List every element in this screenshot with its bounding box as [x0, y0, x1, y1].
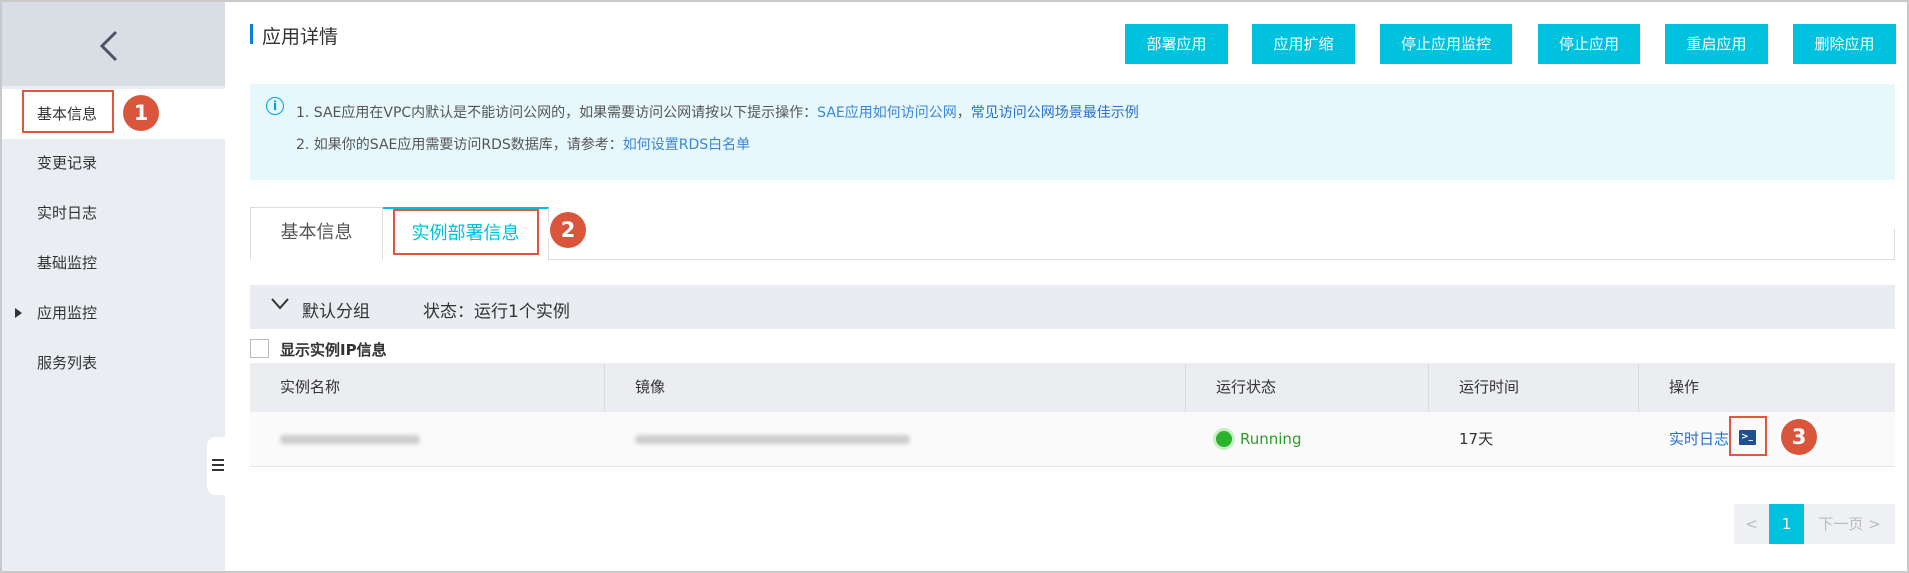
stop-app-button[interactable]: 停止应用: [1538, 24, 1640, 64]
highlight-box: [22, 90, 114, 133]
column-header: 操作: [1669, 378, 1700, 396]
best-practice-link[interactable]: 常见访问公网场景最佳示例: [971, 105, 1139, 121]
realtime-log-link[interactable]: 实时日志: [1669, 412, 1729, 467]
uptime-value: 17天: [1459, 430, 1494, 448]
redacted-instance-name: [280, 435, 420, 444]
column-header: 运行状态: [1186, 363, 1429, 412]
sidebar-item-realtime-log[interactable]: 实时日志: [2, 188, 225, 238]
sidebar-item-change-log[interactable]: 变更记录: [2, 138, 225, 188]
page-title: 应用详情: [262, 26, 339, 48]
caret-right-icon: [15, 308, 22, 318]
collapse-icon: [212, 459, 224, 461]
sidebar-item-label: 基础监控: [37, 254, 98, 272]
group-name: 默认分组: [302, 302, 370, 322]
notice-text: 2. 如果你的SAE应用需要访问RDS数据库，请参考：: [296, 137, 623, 153]
back-button[interactable]: [2, 2, 225, 86]
sidebar-item-app-monitor[interactable]: 应用监控: [2, 288, 225, 338]
notice-text: 1. SAE应用在VPC内默认是不能访问公网的，如果需要访问公网请按以下提示操作…: [296, 105, 818, 121]
running-status-icon: [1216, 431, 1232, 447]
sidebar-item-label: 应用监控: [37, 304, 98, 322]
sae-public-access-link[interactable]: SAE应用如何访问公网: [817, 105, 957, 121]
table-row: Running 17天 实时日志 >_: [250, 412, 1895, 467]
info-notice: i 1. SAE应用在VPC内默认是不能访问公网的，如果需要访问公网请按以下提示…: [250, 84, 1895, 180]
rds-whitelist-link[interactable]: 如何设置RDS白名单: [623, 137, 750, 153]
show-ip-checkbox[interactable]: [250, 339, 269, 358]
column-header: 运行时间: [1429, 363, 1639, 412]
notice-separator: ，: [956, 105, 971, 121]
tabs-border: [1894, 229, 1895, 260]
app-window: 基本信息 变更记录 实时日志 基础监控 应用监控 服务列表 1 应用详情 部署应…: [0, 0, 1909, 573]
highlight-box: [393, 209, 539, 255]
restart-app-button[interactable]: 重启应用: [1665, 24, 1768, 64]
info-icon: i: [266, 97, 284, 115]
scale-app-button[interactable]: 应用扩缩: [1252, 24, 1355, 64]
next-page-button[interactable]: 下一页 >: [1804, 504, 1895, 544]
show-ip-label: 显示实例IP信息: [280, 341, 387, 359]
instance-group-header[interactable]: 默认分组 状态：运行1个实例: [250, 285, 1895, 329]
chevron-down-icon: [271, 298, 289, 310]
sidebar-item-basic-monitor[interactable]: 基础监控: [2, 238, 225, 288]
sidebar-collapse-button[interactable]: [207, 437, 225, 495]
chevron-left-icon: [99, 30, 118, 62]
prev-page-button[interactable]: <: [1734, 504, 1769, 544]
sidebar: 基本信息 变更记录 实时日志 基础监控 应用监控 服务列表: [2, 2, 225, 571]
sidebar-item-label: 实时日志: [37, 204, 98, 222]
annotation-number: 1: [123, 95, 159, 131]
notice-line-1: 1. SAE应用在VPC内默认是不能访问公网的，如果需要访问公网请按以下提示操作…: [296, 102, 1139, 122]
column-header: 镜像: [605, 363, 1186, 412]
column-header: 实例名称: [250, 363, 605, 412]
deploy-app-button[interactable]: 部署应用: [1125, 24, 1228, 64]
table-header: 实例名称 镜像 运行状态 运行时间 操作: [250, 363, 1895, 412]
delete-app-button[interactable]: 删除应用: [1793, 24, 1896, 64]
sidebar-item-service-list[interactable]: 服务列表: [2, 338, 225, 388]
group-status: 状态：运行1个实例: [423, 302, 570, 322]
page-1-button[interactable]: 1: [1769, 504, 1804, 544]
stop-app-monitor-button[interactable]: 停止应用监控: [1380, 24, 1512, 64]
sidebar-item-label: 服务列表: [37, 354, 98, 372]
title-accent: [250, 24, 253, 44]
status-text: Running: [1240, 430, 1302, 448]
sidebar-item-label: 变更记录: [37, 154, 98, 172]
annotation-number: 2: [550, 212, 586, 248]
highlight-box: [1729, 416, 1767, 456]
notice-line-2: 2. 如果你的SAE应用需要访问RDS数据库，请参考：如何设置RDS白名单: [296, 134, 750, 154]
annotation-number: 3: [1781, 419, 1817, 455]
tab-basic-info[interactable]: 基本信息: [250, 207, 383, 260]
redacted-image: [635, 435, 910, 444]
